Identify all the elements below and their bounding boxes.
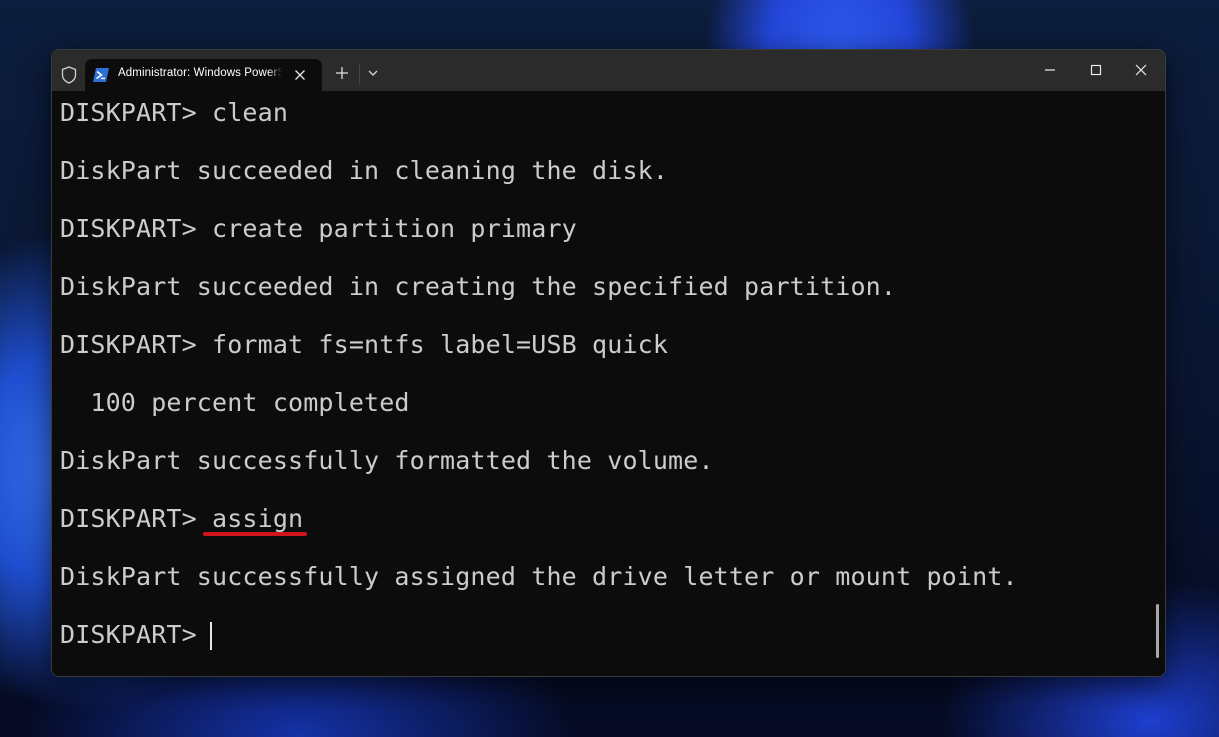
minimize-icon[interactable] [1042,62,1058,78]
console-line: DISKPART> format fs=ntfs label=USB quick [60,330,669,359]
tab-powershell[interactable]: Administrator: Windows PowerShell [85,59,322,91]
console-line: DiskPart succeeded in cleaning the disk. [60,156,669,185]
shield-icon [61,66,77,84]
new-tab-plus-icon[interactable] [334,65,350,81]
chevron-down-icon[interactable] [367,67,379,79]
tab-title: Administrator: Windows PowerShell [118,67,282,79]
close-window-icon[interactable] [1133,62,1149,78]
powershell-icon [93,68,109,82]
console-output[interactable]: DISKPART> clean DiskPart succeeded in cl… [52,91,1165,676]
terminal-window: Administrator: Windows PowerShell DISKPA… [51,49,1166,677]
console-line: 100 percent completed [60,388,410,417]
console-line: DiskPart successfully formatted the volu… [60,446,714,475]
maximize-icon[interactable] [1088,62,1104,78]
tab-close-icon[interactable] [293,68,307,82]
console-line: DISKPART> clean [60,98,289,127]
console-line: DISKPART> create partition primary [60,214,577,243]
scrollbar-thumb[interactable] [1156,604,1159,658]
assign-highlight-underline [203,532,307,536]
console-prompt[interactable]: DISKPART> [60,620,212,650]
console-line: DiskPart successfully assigned the drive… [60,562,1018,591]
console-line: DISKPART> assign [60,504,304,533]
tab-divider [359,64,360,84]
console-line: DiskPart succeeded in creating the speci… [60,272,897,301]
text-cursor [210,622,212,650]
title-bar: Administrator: Windows PowerShell [52,50,1165,91]
